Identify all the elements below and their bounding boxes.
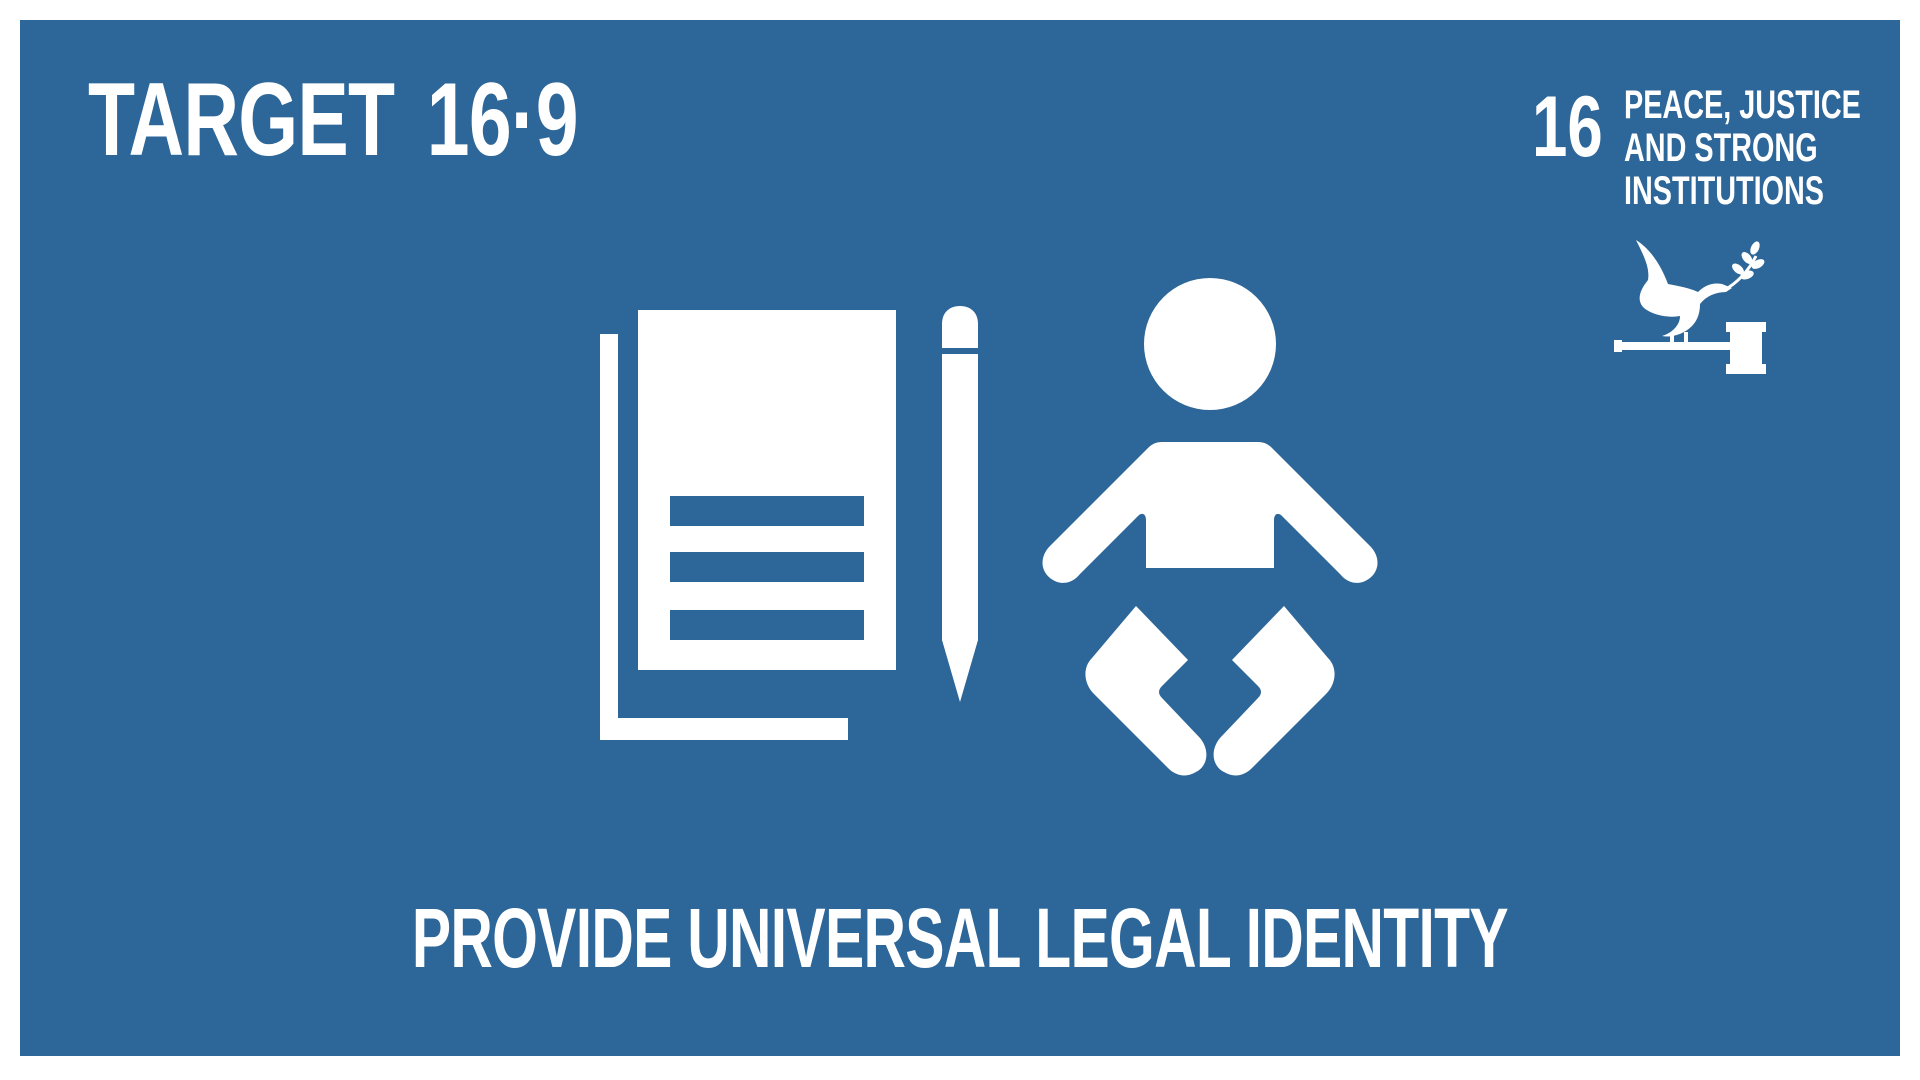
target-title: TARGET 16·9 xyxy=(88,68,579,172)
target-card: TARGET 16·9 16 PEACE, JUSTICE AND STRONG … xyxy=(20,20,1900,1056)
legal-identity-illustration xyxy=(600,278,1378,776)
document-icon xyxy=(600,310,896,740)
pencil-icon xyxy=(942,306,978,702)
goal-title: PEACE, JUSTICE AND STRONG INSTITUTIONS xyxy=(1624,84,1884,213)
goal-number: 16 xyxy=(1532,79,1603,175)
target-number: 16·9 xyxy=(426,62,579,178)
dove-gavel-icon xyxy=(1614,240,1766,374)
goal-title-line: AND STRONG xyxy=(1624,126,1818,170)
caption-container: PROVIDE UNIVERSAL LEGAL IDENTITY xyxy=(20,896,1900,980)
baby-icon xyxy=(1042,278,1378,776)
target-label: TARGET xyxy=(88,62,395,178)
goal-title-line: PEACE, JUSTICE xyxy=(1624,83,1861,127)
caption: PROVIDE UNIVERSAL LEGAL IDENTITY xyxy=(411,891,1509,985)
goal-title-line: INSTITUTIONS xyxy=(1624,169,1825,213)
